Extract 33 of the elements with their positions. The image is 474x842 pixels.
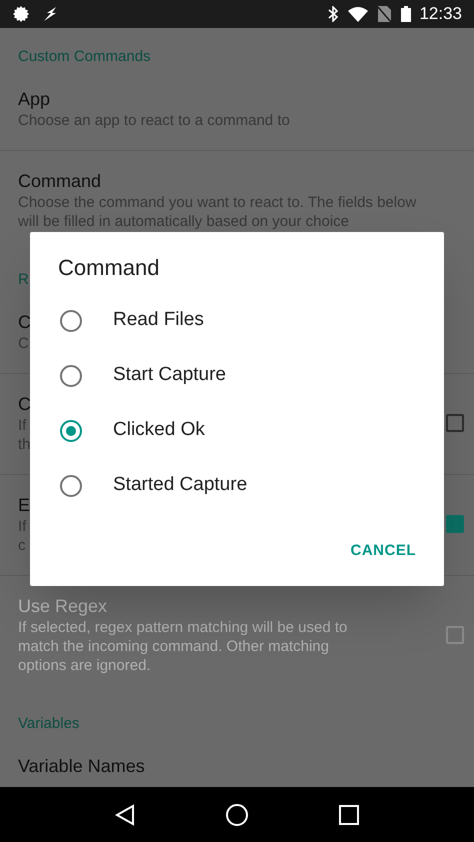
radio-button[interactable] <box>60 364 82 386</box>
gear-icon <box>12 5 30 23</box>
radio-option[interactable]: Read Files <box>30 293 444 348</box>
bluetooth-icon <box>328 6 338 22</box>
setting-title: E <box>18 494 30 517</box>
checkbox[interactable] <box>446 414 464 432</box>
setting-title: App <box>18 88 50 111</box>
section-header: Variables <box>18 715 80 732</box>
checkbox[interactable] <box>446 515 464 533</box>
radio-button[interactable] <box>60 474 82 496</box>
setting-summary: If selected, regex pattern matching will be used to match the incoming command. Other matching options are ignored. <box>18 618 348 675</box>
radio-button[interactable] <box>60 420 82 442</box>
home-icon[interactable] <box>225 802 249 826</box>
section-header: R <box>18 271 29 288</box>
back-icon[interactable] <box>115 804 135 826</box>
setting-title: C <box>18 393 31 416</box>
no-sim-icon <box>378 6 392 22</box>
dialog-title: Command <box>58 255 160 281</box>
cancel-button[interactable]: CANCEL <box>342 532 424 570</box>
radio-option[interactable]: Started Capture <box>30 458 444 513</box>
wifi-icon <box>348 6 368 22</box>
setting-title: Variable Names <box>18 755 145 778</box>
clock-time: 12:33 <box>419 3 462 26</box>
section-header: Custom Commands <box>18 48 151 65</box>
battery-icon <box>401 6 412 22</box>
recents-icon[interactable] <box>339 804 359 824</box>
lightning-icon <box>42 6 58 22</box>
setting-title: C <box>18 311 31 334</box>
radio-button[interactable] <box>60 310 82 332</box>
setting-title: Use Regex <box>18 595 108 618</box>
radio-option[interactable]: Start Capture <box>30 348 444 403</box>
setting-title: Command <box>18 170 102 193</box>
radio-option[interactable]: Clicked Ok <box>30 403 444 458</box>
